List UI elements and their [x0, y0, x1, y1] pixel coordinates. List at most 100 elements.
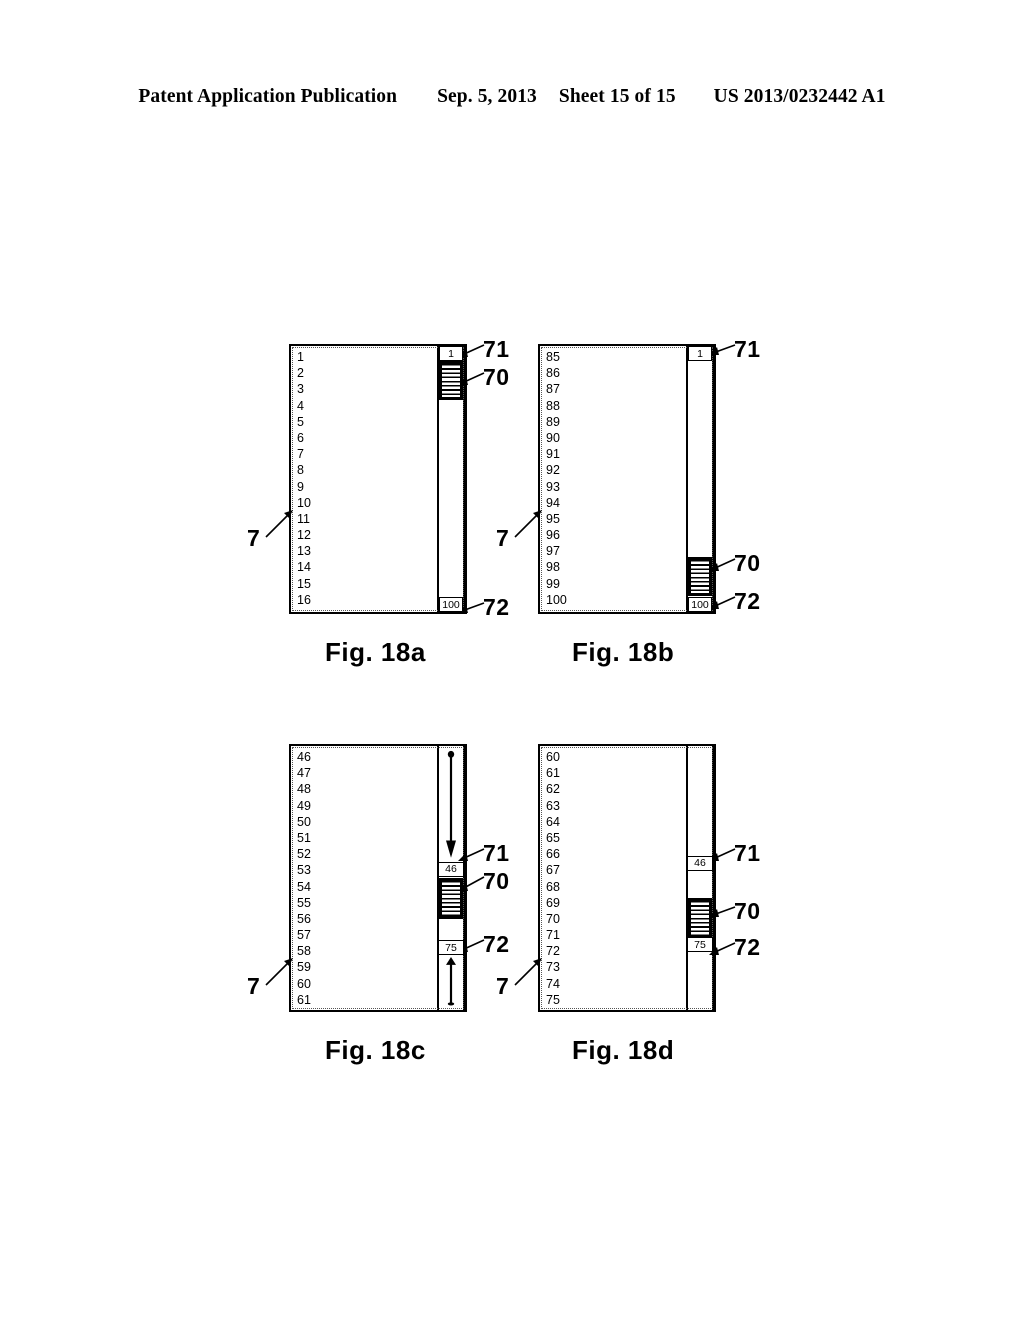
list-item[interactable]: 46	[297, 749, 311, 765]
list-item[interactable]: 61	[297, 992, 311, 1008]
scrollbar-thumb[interactable]	[688, 557, 712, 597]
page-header: Patent Application Publication Sep. 5, 2…	[0, 86, 1024, 108]
list-item[interactable]: 69	[546, 895, 560, 911]
list-item[interactable]: 75	[546, 992, 560, 1008]
scrollbar-bottom-value-marker: 100	[688, 597, 712, 612]
list-item[interactable]: 53	[297, 862, 311, 878]
header-publication-title: Patent Application Publication	[138, 86, 398, 107]
list-item[interactable]: 52	[297, 846, 311, 862]
list-item[interactable]: 93	[546, 479, 567, 495]
list-item[interactable]: 92	[546, 462, 567, 478]
list-item[interactable]: 48	[297, 781, 311, 797]
list-item[interactable]: 98	[546, 559, 567, 575]
scrollbar-thumb[interactable]	[439, 361, 463, 400]
list-item[interactable]: 56	[297, 911, 311, 927]
figure-caption-18a: Fig. 18a	[325, 637, 426, 667]
list-item[interactable]: 5	[297, 414, 311, 430]
list-item[interactable]: 49	[297, 798, 311, 814]
list-item[interactable]: 62	[546, 781, 560, 797]
list-item[interactable]: 65	[546, 830, 560, 846]
list-item[interactable]: 13	[297, 543, 311, 559]
list-item[interactable]: 64	[546, 814, 560, 830]
list-item[interactable]: 3	[297, 381, 311, 397]
list-item[interactable]: 55	[297, 895, 311, 911]
list-item[interactable]: 60	[546, 749, 560, 765]
list-item[interactable]: 8	[297, 462, 311, 478]
list-item[interactable]: 66	[546, 846, 560, 862]
list-item[interactable]: 94	[546, 495, 567, 511]
list-item[interactable]: 86	[546, 365, 567, 381]
list-item[interactable]: 85	[546, 349, 567, 365]
list-item[interactable]: 87	[546, 381, 567, 397]
scrollbar-18a[interactable]: 1 100	[437, 346, 465, 612]
list-item[interactable]: 50	[297, 814, 311, 830]
list-item[interactable]: 15	[297, 576, 311, 592]
figure-18c: 46 47 48 49 50 51 52 53 54 55 56 57 58 59 60 61 46 75	[289, 744, 467, 1012]
figure-caption-18b: Fig. 18b	[572, 637, 675, 667]
figure-caption-18c: Fig. 18c	[325, 1035, 426, 1065]
list-item[interactable]: 96	[546, 527, 567, 543]
item-list-18a: 1 2 3 4 5 6 7 8 9 10 11 12 13 14 15 16	[297, 349, 311, 608]
scrollbar-top-value-marker: 1	[688, 346, 712, 361]
list-item[interactable]: 71	[546, 927, 560, 943]
leader-line-71-fig18b	[709, 344, 736, 355]
figure-18b: 85 86 87 88 89 90 91 92 93 94 95 96 97 98 99 100 1 100	[538, 344, 716, 614]
scroll-travel-arrow-down-icon	[446, 750, 456, 858]
scrollbar-18c[interactable]: 46 75	[437, 746, 465, 1010]
list-item[interactable]: 4	[297, 398, 311, 414]
leader-line-70-fig18b	[709, 558, 736, 571]
scroll-travel-arrow-up-icon	[446, 957, 456, 1006]
ref-numeral-7-fig18b: 7	[496, 525, 509, 551]
leader-line-7-fig18c	[265, 958, 293, 986]
list-window-18a: 1 2 3 4 5 6 7 8 9 10 11 12 13 14 15 16 1 100	[289, 344, 467, 614]
scrollbar-bottom-value-marker: 100	[439, 597, 463, 612]
list-item[interactable]: 2	[297, 365, 311, 381]
list-item[interactable]: 68	[546, 879, 560, 895]
scrollbar-top-value-marker: 1	[439, 346, 463, 361]
scrollbar-18b[interactable]: 1 100	[686, 346, 714, 612]
list-item[interactable]: 61	[546, 765, 560, 781]
scrollbar-18d[interactable]: 46 75	[686, 746, 714, 1010]
list-item[interactable]: 100	[546, 592, 567, 608]
scrollbar-bottom-value-marker: 75	[438, 940, 464, 956]
list-item[interactable]: 70	[546, 911, 560, 927]
ref-numeral-7-fig18a: 7	[247, 525, 260, 551]
figure-caption-18d: Fig. 18d	[572, 1035, 675, 1065]
leader-line-70-fig18d	[709, 906, 736, 917]
list-item[interactable]: 51	[297, 830, 311, 846]
list-item[interactable]: 9	[297, 479, 311, 495]
scrollbar-top-value-marker: 46	[687, 855, 713, 871]
list-item[interactable]: 47	[297, 765, 311, 781]
leader-line-72-fig18b	[709, 596, 736, 609]
list-item[interactable]: 95	[546, 511, 567, 527]
ref-numeral-7-fig18d: 7	[496, 973, 509, 999]
list-item[interactable]: 97	[546, 543, 567, 559]
scrollbar-thumb[interactable]	[439, 878, 463, 919]
header-publication-date: Sep. 5, 2013	[437, 86, 537, 107]
figure-18d: 60 61 62 63 64 65 66 67 68 69 70 71 72 73 74 75 46 75	[538, 744, 716, 1012]
list-item[interactable]: 91	[546, 446, 567, 462]
item-list-18b: 85 86 87 88 89 90 91 92 93 94 95 96 97 98 99 100	[546, 349, 567, 608]
leader-line-7-fig18b	[514, 510, 542, 538]
list-item[interactable]: 1	[297, 349, 311, 365]
leader-line-72-fig18d	[709, 942, 736, 955]
list-item[interactable]: 63	[546, 798, 560, 814]
list-item[interactable]: 16	[297, 592, 311, 608]
scrollbar-top-value-marker: 46	[438, 861, 464, 877]
list-item[interactable]: 88	[546, 398, 567, 414]
list-item[interactable]: 89	[546, 414, 567, 430]
list-item[interactable]: 6	[297, 430, 311, 446]
scrollbar-thumb[interactable]	[688, 897, 712, 939]
list-item[interactable]: 90	[546, 430, 567, 446]
leader-line-7-fig18d	[514, 958, 542, 986]
list-item[interactable]: 54	[297, 879, 311, 895]
header-patent-number: US 2013/0232442 A1	[713, 86, 886, 107]
list-item[interactable]: 7	[297, 446, 311, 462]
list-item[interactable]: 99	[546, 576, 567, 592]
leader-line-71-fig18d	[709, 848, 736, 861]
list-item[interactable]: 57	[297, 927, 311, 943]
list-item[interactable]: 14	[297, 559, 311, 575]
header-sheet-number: Sheet 15 of 15	[558, 86, 676, 107]
list-item[interactable]: 67	[546, 862, 560, 878]
leader-line-7-fig18a	[265, 510, 293, 538]
